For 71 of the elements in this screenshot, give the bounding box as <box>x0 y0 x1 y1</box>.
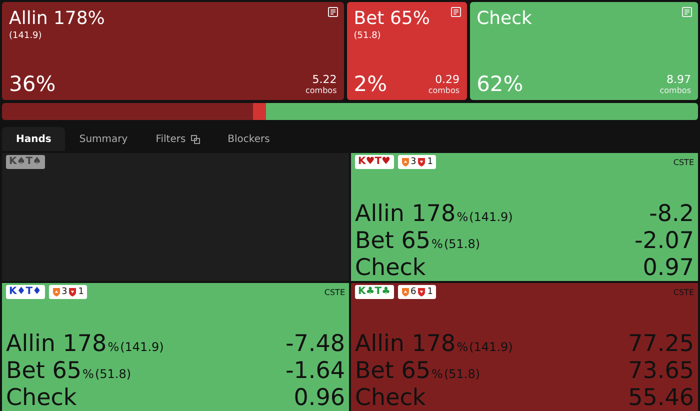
action-ev: 0.97 <box>642 256 694 280</box>
hand-cards: K♥T♥ <box>355 155 394 169</box>
up-shield-icon <box>400 287 410 297</box>
hand-cards: K♠T♠ <box>6 155 44 169</box>
bet-size: (141.9) <box>9 30 43 42</box>
combos-count: 0.29 <box>435 73 460 86</box>
combos-label: combos <box>428 86 460 96</box>
action-name: Bet 65 <box>355 229 431 253</box>
action-name: Allin 178 <box>355 332 456 356</box>
bet-size: (141.9) <box>469 339 513 356</box>
action-card[interactable]: Allin 178% (141.9) 36% 5.22 combos <box>2 2 344 100</box>
action-ev: -1.64 <box>285 359 345 383</box>
action-name: Bet 65 <box>6 359 82 383</box>
action-name: Check <box>355 386 426 410</box>
percent-sign: % <box>82 366 94 383</box>
down-shield-icon <box>417 157 426 167</box>
bet-size: (141.9) <box>469 209 513 226</box>
tab[interactable]: Filters <box>142 127 214 151</box>
combos-count: 5.22 <box>312 73 337 86</box>
hand-cell[interactable]: K♦T♦ 3 1 CSTE Allin 178%(141.9) -7.48 Bet 65%(51.8) -1.64 Check 0.96 <box>2 283 349 411</box>
notes-icon[interactable] <box>328 7 338 17</box>
action-frequency: 2% <box>354 72 388 96</box>
combos-label: combos <box>660 86 691 96</box>
action-frequency: 36% <box>9 72 56 96</box>
blocker-badge: 3 1 <box>48 285 87 299</box>
hand-cards: K♦T♦ <box>6 285 44 299</box>
action-title: Check <box>476 8 532 30</box>
bet-size: (51.8) <box>444 236 480 253</box>
up-shield-icon <box>400 157 410 167</box>
bet-size: (141.9) <box>120 339 164 356</box>
action-name: Allin 178 <box>355 202 456 226</box>
percent-sign: % <box>456 209 468 226</box>
combos-count: 8.97 <box>666 73 691 86</box>
combos-label: combos <box>306 86 337 96</box>
action-ev: 77.25 <box>628 332 694 356</box>
percent-sign: % <box>432 236 443 253</box>
hand-tag: CSTE <box>673 288 694 296</box>
action-ev: -7.48 <box>285 332 345 356</box>
hand-tag: CSTE <box>673 158 694 166</box>
hand-tag: CSTE <box>324 288 345 296</box>
bet-size: (51.8) <box>94 366 132 383</box>
down-shield-icon <box>68 287 78 297</box>
action-name: Allin 178 <box>6 332 107 356</box>
action-ev: -8.2 <box>649 202 694 226</box>
action-ev: 55.46 <box>628 386 694 410</box>
action-name: Check <box>355 256 426 280</box>
blocker-badge: 6 1 <box>398 285 436 299</box>
tab[interactable]: Blockers <box>214 127 284 151</box>
tab[interactable]: Summary <box>65 127 142 151</box>
action-name: Bet 65 <box>355 359 431 383</box>
hand-cards: K♣T♣ <box>355 285 394 299</box>
hand-cell[interactable]: K♣T♣ 6 1 CSTE Allin 178%(141.9) 77.25 Bet 65%(51.8) 73.65 Check 55.46 <box>351 283 698 411</box>
down-shield-icon <box>417 287 426 297</box>
action-title: Allin 178% <box>9 8 105 30</box>
notes-icon[interactable] <box>450 7 461 17</box>
action-ev: -2.07 <box>634 229 694 253</box>
bet-size: (51.8) <box>354 30 382 42</box>
bet-size: (51.8) <box>444 366 480 383</box>
percent-sign: % <box>108 339 120 356</box>
action-ev: 73.65 <box>628 359 694 383</box>
action-name: Check <box>6 386 77 410</box>
hand-cell[interactable]: K♥T♥ 3 1 CSTE Allin 178%(141.9) -8.2 Bet 65%(51.8) -2.07 Check 0.97 <box>351 153 698 281</box>
blocker-badge: 3 1 <box>398 155 436 169</box>
action-ev: 0.96 <box>294 386 345 410</box>
up-shield-icon <box>52 287 60 297</box>
percent-sign: % <box>456 339 468 356</box>
action-title: Bet 65% <box>354 8 430 30</box>
action-card[interactable]: Bet 65% (51.8) 2% 0.29 combos <box>346 2 467 100</box>
percent-sign: % <box>432 366 443 383</box>
action-frequency: 62% <box>476 72 524 96</box>
tab[interactable]: Hands <box>2 127 66 151</box>
